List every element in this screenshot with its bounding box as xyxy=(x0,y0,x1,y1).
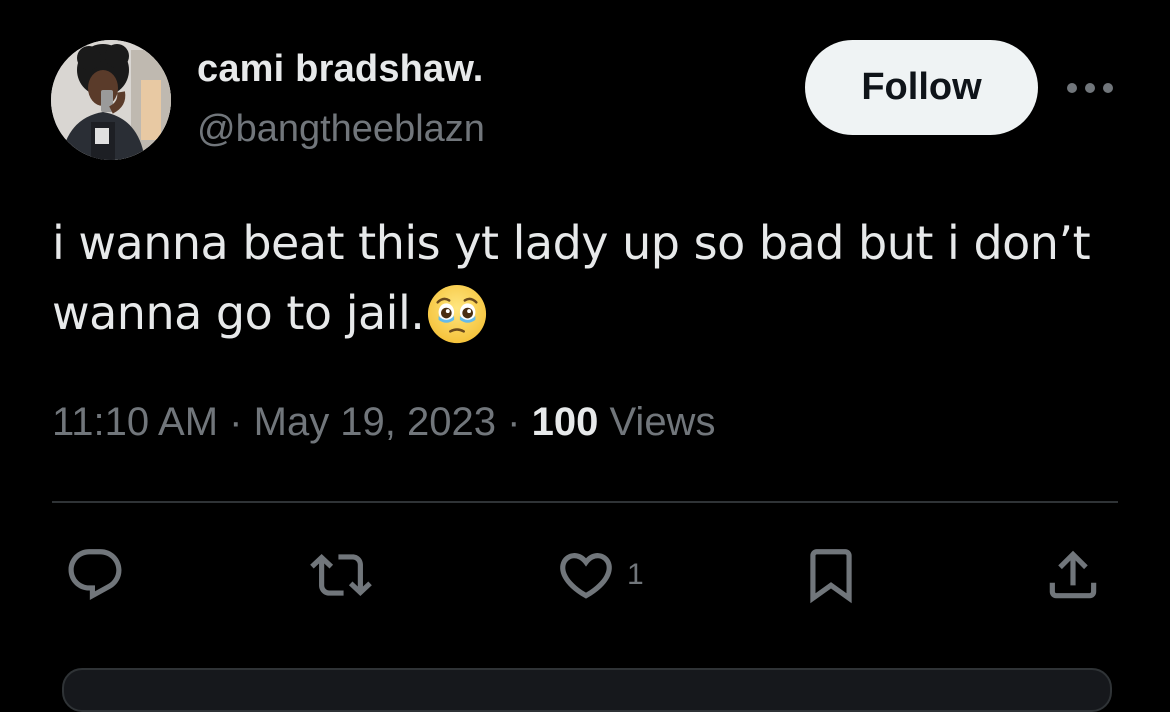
like-button[interactable]: 1 xyxy=(555,543,644,607)
face-holding-back-tears-emoji xyxy=(428,284,487,344)
retweet-button[interactable] xyxy=(310,543,372,607)
like-count: 1 xyxy=(627,558,644,591)
bookmark-button[interactable] xyxy=(800,543,862,607)
tweet: cami bradshaw. @bangtheeblazn Follow i w… xyxy=(0,0,1170,712)
views-count: 100 xyxy=(531,400,599,444)
author-handle[interactable]: @bangtheeblazn xyxy=(197,108,485,151)
tweet-text: i wanna beat this yt lady up so bad but … xyxy=(52,208,1132,348)
retweet-icon xyxy=(310,554,372,596)
meta-separator: · xyxy=(507,400,521,444)
views-label: Views xyxy=(609,400,716,444)
reply-icon xyxy=(68,549,122,601)
author-display-name[interactable]: cami bradshaw. xyxy=(197,48,484,91)
avatar[interactable] xyxy=(51,40,171,160)
profile-photo xyxy=(51,40,171,160)
tweet-meta: 11:10 AM · May 19, 2023 · 100 Views xyxy=(52,400,715,445)
heart-icon xyxy=(560,553,612,599)
more-button[interactable] xyxy=(1062,70,1118,106)
more-horizontal-icon xyxy=(1067,83,1113,93)
reply-composer-bar[interactable] xyxy=(62,668,1112,712)
follow-button[interactable]: Follow xyxy=(805,40,1038,135)
share-button[interactable] xyxy=(1042,543,1104,607)
tweet-text-content: i wanna beat this yt lady up so bad but … xyxy=(52,216,1091,340)
meta-separator: · xyxy=(229,400,243,444)
tweet-time[interactable]: 11:10 AM xyxy=(52,400,218,444)
bookmark-icon xyxy=(810,549,852,604)
tweet-date[interactable]: May 19, 2023 xyxy=(254,400,496,444)
reply-button[interactable] xyxy=(64,543,126,607)
divider xyxy=(52,501,1118,503)
share-icon xyxy=(1049,550,1097,599)
